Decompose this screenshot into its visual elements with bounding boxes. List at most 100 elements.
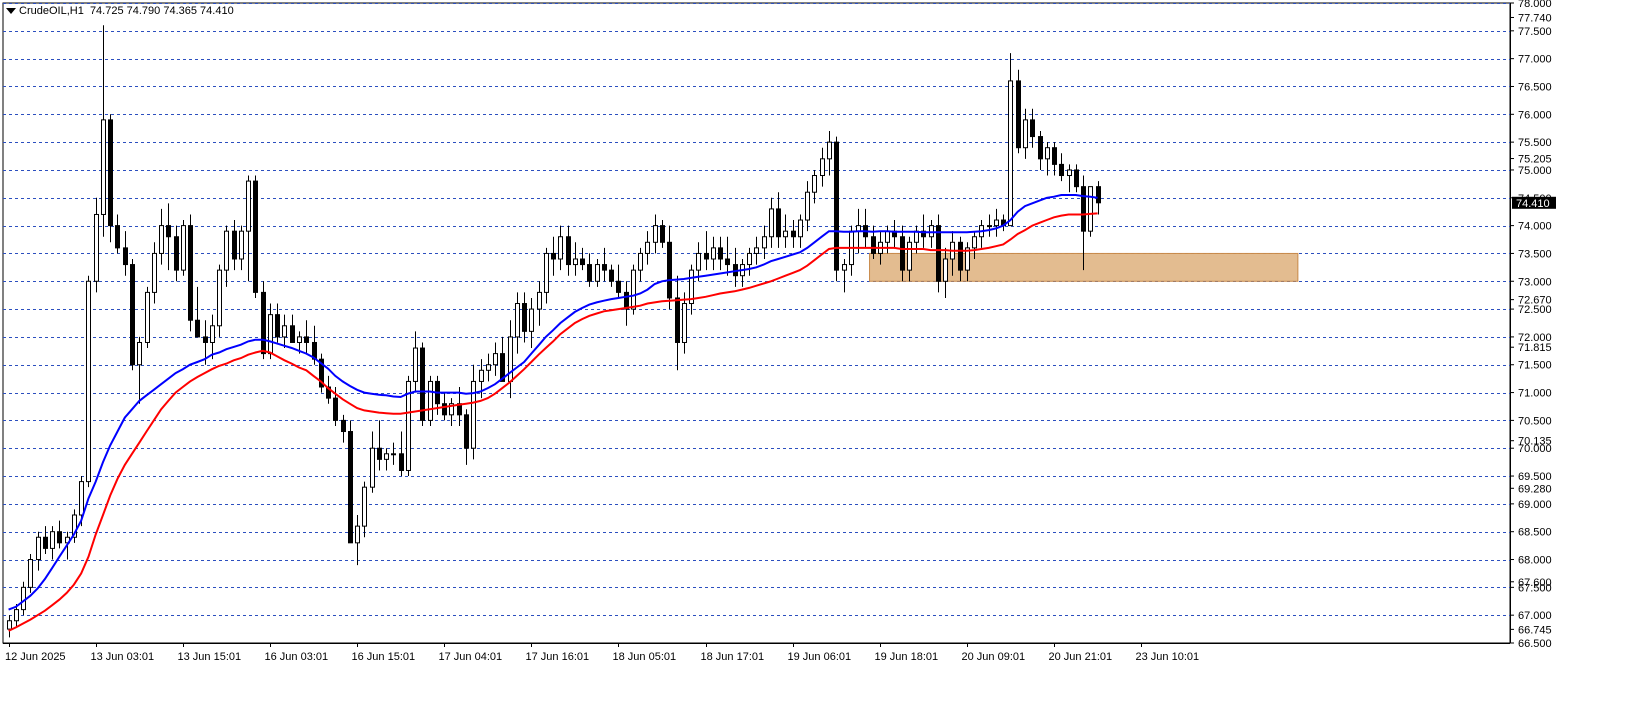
- price-level-label: 70.135: [1518, 436, 1552, 448]
- candle-body: [783, 230, 788, 238]
- candle-body: [28, 559, 33, 588]
- price-tick-label: 77.500: [1518, 26, 1552, 38]
- candle-body: [362, 486, 367, 527]
- price-tick-label: 73.500: [1518, 248, 1552, 260]
- candle-body: [580, 258, 585, 266]
- candle-body: [558, 236, 563, 260]
- candle-body: [616, 280, 621, 293]
- candle-body: [805, 191, 810, 221]
- candle-body: [769, 208, 774, 238]
- candle-body: [754, 247, 759, 254]
- price-tick-label: 69.000: [1518, 499, 1552, 511]
- candle-body: [587, 264, 592, 282]
- candle-body: [391, 453, 396, 456]
- candle-body: [609, 269, 614, 282]
- price-tick-label: 75.500: [1518, 137, 1552, 149]
- price-tick-label: 78.000: [1518, 0, 1552, 10]
- candle-body: [602, 264, 607, 271]
- candle-body: [827, 141, 832, 160]
- candle-body: [529, 308, 534, 332]
- price-chart[interactable]: 78.000 77.500 77.000 76.500 76.000 75.500 75.0…: [0, 0, 1651, 705]
- candle-body: [137, 341, 142, 366]
- candle-body: [471, 380, 476, 449]
- candle-body: [370, 447, 375, 488]
- candle-body: [776, 208, 781, 238]
- plot-area: [2, 2, 1511, 644]
- candle-body: [595, 264, 600, 282]
- candle-body: [304, 336, 309, 343]
- price-tick-label: 70.500: [1518, 415, 1552, 427]
- price-tick-label: 74.000: [1518, 221, 1552, 233]
- candle-body: [333, 397, 338, 421]
- symbol-label: CrudeOIL,H1: [19, 5, 84, 17]
- time-tick-label: 17 Jun 16:01: [526, 651, 590, 663]
- candle-body: [355, 525, 360, 544]
- candle-body: [798, 219, 803, 238]
- candle-body: [987, 225, 992, 228]
- candle-body: [907, 241, 912, 271]
- candle-body: [638, 252, 643, 271]
- candle-body: [522, 303, 527, 332]
- candle-body: [515, 303, 520, 338]
- time-tick-label: 17 Jun 04:01: [439, 651, 503, 663]
- candle-body: [101, 119, 106, 215]
- candle-body: [174, 236, 179, 271]
- candle-body: [1074, 169, 1079, 188]
- collapse-triangle-icon[interactable]: [6, 8, 16, 15]
- price-tick-label: 66.500: [1518, 638, 1552, 650]
- price-tick-label: 68.500: [1518, 527, 1552, 539]
- candle-body: [145, 291, 150, 343]
- candle-body: [224, 230, 229, 271]
- candle-body: [537, 291, 542, 310]
- time-tick-label: 18 Jun 17:01: [701, 651, 765, 663]
- price-level-label: 69.280: [1518, 483, 1552, 495]
- candle-body: [762, 236, 767, 249]
- candle-body: [413, 347, 418, 382]
- candle-body: [275, 314, 280, 338]
- price-tick-label: 76.000: [1518, 109, 1552, 121]
- candle-body: [747, 252, 752, 266]
- candle-body: [399, 453, 404, 471]
- time-tick-label: 13 Jun 15:01: [178, 651, 242, 663]
- candle-body: [188, 225, 193, 321]
- price-tick-label: 75.000: [1518, 165, 1552, 177]
- candle-body: [936, 225, 941, 282]
- candle-body: [958, 241, 963, 271]
- candle-body: [624, 291, 629, 310]
- time-tick-label: 13 Jun 03:01: [91, 651, 155, 663]
- price-tick-label: 71.000: [1518, 388, 1552, 400]
- candle-body: [1008, 80, 1013, 227]
- price-level-label: 66.745: [1518, 624, 1552, 636]
- candle-body: [834, 141, 839, 271]
- candle-body: [115, 225, 120, 249]
- candle-body: [86, 280, 91, 483]
- candle-body: [1016, 80, 1021, 149]
- candle-body: [660, 225, 665, 243]
- candle-body: [7, 620, 12, 630]
- candle-body: [508, 336, 513, 382]
- candle-body: [152, 252, 157, 293]
- candle-body: [210, 325, 215, 343]
- candle-body: [631, 269, 636, 310]
- price-tick-label: 69.500: [1518, 471, 1552, 483]
- time-tick-label: 20 Jun 21:01: [1049, 651, 1113, 663]
- time-tick-label: 20 Jun 09:01: [962, 651, 1026, 663]
- price-level-label: 72.670: [1518, 295, 1552, 307]
- time-tick-label: 12 Jun 2025: [5, 651, 66, 663]
- candle-body: [486, 364, 491, 371]
- chart-header: CrudeOIL,H1 74.725 74.790 74.365 74.410: [6, 5, 234, 17]
- candle-body: [566, 236, 571, 266]
- candle-body: [428, 380, 433, 421]
- time-tick-label: 19 Jun 18:01: [875, 651, 939, 663]
- candle-body: [36, 536, 41, 561]
- candle-body: [929, 225, 934, 238]
- candle-body: [94, 213, 99, 282]
- candle-body: [232, 230, 237, 260]
- candle-body: [1038, 136, 1043, 160]
- candle-body: [718, 247, 723, 260]
- candle-body: [704, 252, 709, 260]
- candle-body: [675, 297, 680, 343]
- candle-body: [181, 225, 186, 271]
- candle-body: [667, 241, 672, 299]
- price-tick-label: 68.000: [1518, 555, 1552, 567]
